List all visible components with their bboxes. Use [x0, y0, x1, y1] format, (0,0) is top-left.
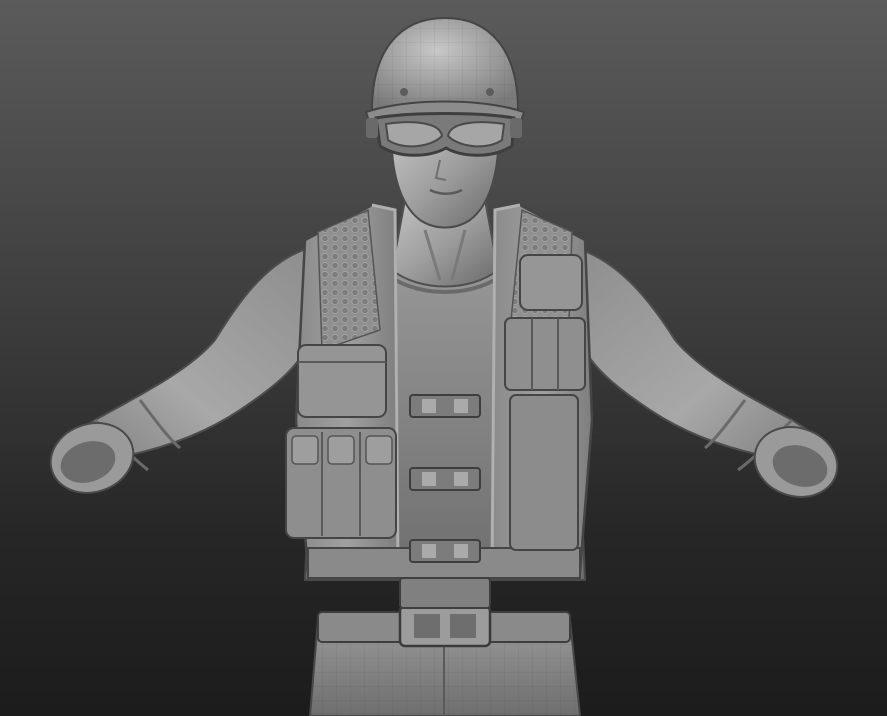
sculpt-viewport[interactable] [0, 0, 887, 716]
belt [317, 577, 571, 648]
goggles [366, 112, 522, 157]
pouch-right-panel [509, 394, 579, 551]
pouch-right-radio [519, 254, 583, 311]
helmet [364, 16, 526, 126]
pouch-right-mag [504, 317, 586, 391]
left-arm [49, 243, 322, 494]
pouch-left-upper [297, 344, 387, 418]
right-arm [563, 243, 839, 498]
belt-buckle [398, 604, 492, 648]
soldier-sculpt-model [49, 16, 839, 716]
